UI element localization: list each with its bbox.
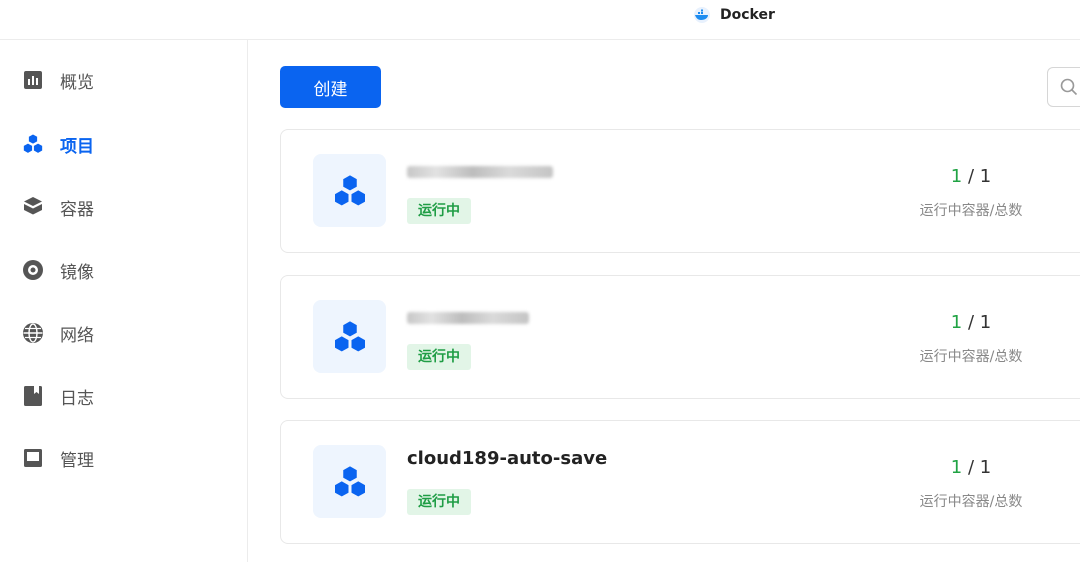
running-count: 1: [950, 312, 963, 333]
status-badge: 运行中: [407, 489, 471, 515]
disc-icon: [22, 259, 44, 281]
chart-icon: [22, 69, 44, 91]
manage-icon: [22, 447, 44, 469]
total-count: 1: [979, 457, 992, 478]
globe-icon: [22, 322, 44, 344]
sidebar-item-projects[interactable]: 项目: [22, 132, 94, 157]
main-content: 创建 运行中 1 / 1 运行中容器/总数 运行中 1 / 1 运行中容器/总数…: [249, 40, 1080, 562]
total-count: 1: [979, 166, 992, 187]
sidebar-item-containers[interactable]: 容器: [22, 195, 94, 220]
project-card[interactable]: cloud189-auto-save 运行中 1 / 1 运行中容器/总数: [280, 420, 1080, 544]
total-count: 1: [979, 312, 992, 333]
count-label: 运行中容器/总数: [919, 349, 1023, 365]
sidebar-item-manage[interactable]: 管理: [22, 446, 94, 471]
docker-icon: [692, 7, 712, 23]
project-name-obscured: [407, 166, 553, 178]
project-name: cloud189-auto-save: [407, 448, 608, 469]
sidebar: 概览 项目 容器 镜像 网络 日志 管理: [0, 40, 248, 562]
log-icon: [22, 385, 44, 407]
project-card[interactable]: 运行中 1 / 1 运行中容器/总数: [280, 129, 1080, 253]
status-badge: 运行中: [407, 344, 471, 370]
container-count: 1 / 1: [901, 457, 1041, 478]
sidebar-item-label: 容器: [60, 199, 94, 220]
create-button[interactable]: 创建: [280, 66, 381, 108]
sidebar-item-label: 镜像: [60, 262, 94, 283]
count-label: 运行中容器/总数: [919, 494, 1023, 510]
sidebar-item-label: 概览: [60, 72, 94, 93]
sidebar-item-network[interactable]: 网络: [22, 321, 94, 346]
project-icon: [313, 445, 386, 518]
container-count: 1 / 1: [901, 166, 1041, 187]
status-badge: 运行中: [407, 198, 471, 224]
search-icon: [1060, 78, 1078, 96]
count-separator: /: [962, 457, 980, 478]
running-count: 1: [950, 166, 963, 187]
cubes-icon: [333, 173, 366, 207]
count-separator: /: [962, 166, 980, 187]
container-icon: [22, 196, 44, 218]
count-label: 运行中容器/总数: [919, 203, 1023, 219]
sidebar-item-label: 网络: [60, 325, 94, 346]
search-input[interactable]: [1047, 67, 1080, 107]
app-title: Docker: [692, 5, 775, 25]
cubes-icon: [22, 133, 44, 155]
running-count: 1: [950, 457, 963, 478]
title-bar: Docker: [0, 0, 1080, 40]
project-icon: [313, 154, 386, 227]
sidebar-item-label: 管理: [60, 450, 94, 471]
count-separator: /: [962, 312, 980, 333]
sidebar-item-label: 日志: [60, 388, 94, 409]
app-title-text: Docker: [720, 7, 775, 23]
sidebar-item-logs[interactable]: 日志: [22, 384, 94, 409]
sidebar-item-overview[interactable]: 概览: [22, 68, 94, 93]
container-count: 1 / 1: [901, 312, 1041, 333]
sidebar-item-images[interactable]: 镜像: [22, 258, 94, 283]
cubes-icon: [333, 464, 366, 498]
project-icon: [313, 300, 386, 373]
sidebar-item-label: 项目: [60, 136, 94, 157]
cubes-icon: [333, 319, 366, 353]
project-name-obscured: [407, 312, 529, 324]
project-card[interactable]: 运行中 1 / 1 运行中容器/总数: [280, 275, 1080, 399]
